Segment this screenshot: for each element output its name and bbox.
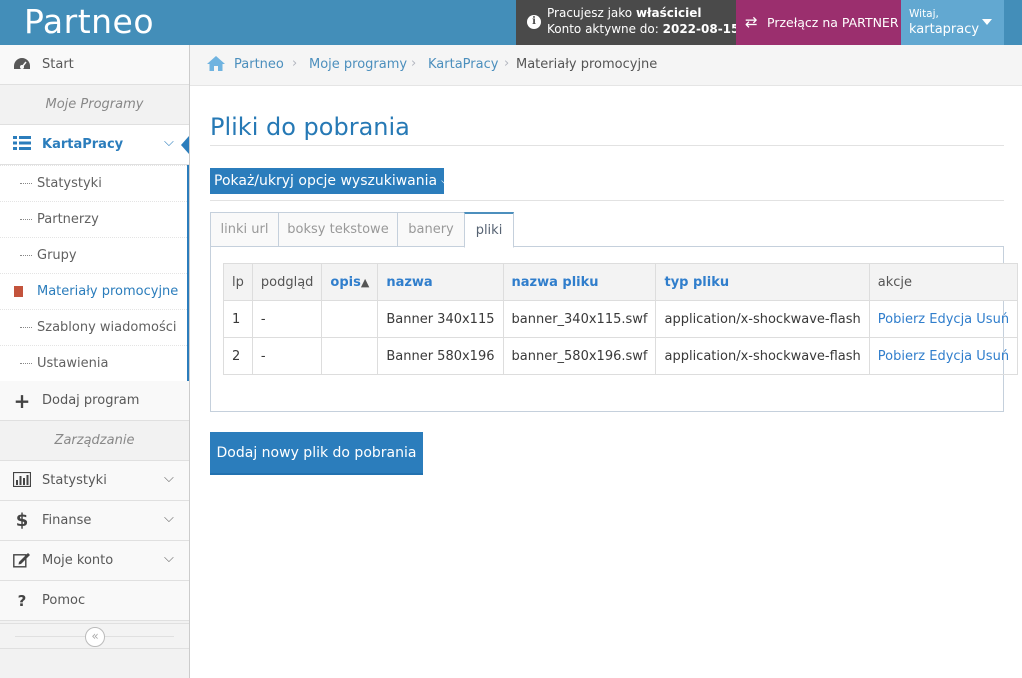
header-podglad: podgląd — [251, 263, 323, 301]
delete-link[interactable]: Usuń — [976, 312, 1009, 327]
double-chevron-left-icon[interactable]: « — [85, 627, 105, 647]
chevron-down-icon: ⌵ — [164, 135, 174, 150]
submenu-item-statystyki[interactable]: Statystyki — [0, 165, 187, 201]
breadcrumb: Partneo › Moje programy › KartaPracy › M… — [190, 45, 1022, 86]
navbar: Partneo i Pracujesz jako właściciel Kont… — [0, 0, 1022, 45]
kartapracy-submenu: Statystyki Partnerzy Grupy Materiały pro… — [0, 165, 189, 381]
header-lp: lp — [223, 263, 253, 301]
sidebar-item-pomoc[interactable]: ? Pomoc — [0, 581, 189, 621]
sidebar-item-statystyki[interactable]: Statystyki ⌵ — [0, 461, 189, 501]
sidebar-item-finanse[interactable]: $ Finanse ⌵ — [0, 501, 189, 541]
home-icon[interactable] — [207, 56, 225, 75]
breadcrumb-kartapracy[interactable]: KartaPracy — [428, 57, 498, 72]
breadcrumb-moje-programy[interactable]: Moje programy — [309, 57, 407, 72]
question-icon: ? — [17, 592, 27, 610]
tab-pliki[interactable]: pliki — [464, 212, 514, 248]
toggle-search-options-button[interactable]: Pokaż/ukryj opcje wyszukiwania ⌵ — [210, 168, 450, 194]
chevron-down-icon: ⌵ — [164, 471, 174, 486]
download-link[interactable]: Pobierz — [878, 312, 925, 327]
edit-link[interactable]: Edycja — [929, 312, 972, 327]
submenu-item-ustawienia[interactable]: Ustawienia — [0, 345, 187, 381]
plus-icon: + — [13, 389, 31, 413]
list-icon — [12, 136, 32, 154]
breadcrumb-current: Materiały promocyjne — [516, 57, 658, 72]
chevron-right-icon: › — [411, 56, 417, 71]
chevron-down-icon: ⌵ — [164, 551, 174, 566]
tab-boksy-tekstowe[interactable]: boksy tekstowe — [278, 212, 398, 247]
user-menu[interactable]: Witaj, kartapracy — [901, 0, 1004, 45]
add-download-file-button[interactable]: Dodaj nowy plik do pobrania — [210, 432, 423, 475]
sort-asc-icon: ▲ — [360, 275, 370, 289]
sidebar-item-moje-konto[interactable]: Moje konto ⌵ — [0, 541, 189, 581]
submenu-item-materialy-promocyjne[interactable]: Materiały promocyjne — [0, 273, 187, 309]
tab-banery[interactable]: banery — [397, 212, 465, 247]
divider — [210, 200, 1004, 201]
files-table: lp podgląd opis▲ nazwa nazwa pliku typ p… — [223, 263, 1019, 375]
switch-to-partner-button[interactable]: ⇄ Przełącz na PARTNER — [736, 0, 901, 45]
submenu-item-szablony-wiadomosci[interactable]: Szablony wiadomości — [0, 309, 187, 345]
info-icon: i — [527, 15, 541, 29]
user-greeting: Witaj, — [909, 8, 939, 20]
chevron-down-icon: ⌵ — [441, 174, 451, 188]
edit-link[interactable]: Edycja — [929, 349, 972, 364]
table-row: 1 - Banner 340x115 banner_340x115.swf ap… — [223, 300, 1019, 338]
dollar-icon: $ — [15, 510, 29, 531]
sidebar-item-dodaj-program[interactable]: + Dodaj program — [0, 381, 189, 421]
sidebar-item-kartapracy[interactable]: KartaPracy ⌵ — [0, 125, 189, 165]
dashboard-icon — [12, 56, 32, 74]
account-role: właściciel — [635, 6, 702, 20]
submenu-item-partnerzy[interactable]: Partnerzy — [0, 201, 187, 237]
table-header-row: lp podgląd opis▲ nazwa nazwa pliku typ p… — [223, 263, 1019, 301]
header-nazwa[interactable]: nazwa — [377, 263, 504, 301]
header-opis[interactable]: opis▲ — [321, 263, 379, 301]
bar-chart-icon — [12, 471, 32, 490]
file-icon — [14, 286, 23, 297]
account-expiry-date: 2022-08-15 — [662, 22, 740, 36]
chevron-down-icon: ⌵ — [164, 511, 174, 526]
partneo-logo[interactable]: Partneo — [24, 2, 154, 42]
sidebar-item-start[interactable]: Start — [0, 45, 189, 85]
tab-linki-url[interactable]: linki url — [210, 212, 279, 247]
divider — [210, 145, 1004, 146]
sidebar-header-manage: Zarządzanie — [0, 421, 189, 461]
active-indicator — [181, 136, 189, 154]
table-row: 2 - Banner 580x196 banner_580x196.swf ap… — [223, 337, 1019, 375]
chevron-right-icon: › — [504, 56, 510, 71]
delete-link[interactable]: Usuń — [976, 349, 1009, 364]
chevron-right-icon: › — [292, 56, 298, 71]
sidebar-header-programs: Moje Programy — [0, 85, 189, 125]
submenu-item-grupy[interactable]: Grupy — [0, 237, 187, 273]
account-info: i Pracujesz jako właściciel Konto aktywn… — [516, 0, 739, 45]
user-name: kartapracy — [909, 22, 980, 37]
download-link[interactable]: Pobierz — [878, 349, 925, 364]
edit-icon — [12, 552, 32, 570]
page-title: Pliki do pobrania — [210, 113, 410, 141]
header-typ-pliku[interactable]: typ pliku — [655, 263, 870, 301]
header-nazwa-pliku[interactable]: nazwa pliku — [502, 263, 657, 301]
sidebar: Start Moje Programy KartaPracy ⌵ Statyst… — [0, 45, 190, 678]
breadcrumb-partneo[interactable]: Partneo — [234, 57, 284, 72]
caret-down-icon — [982, 19, 992, 25]
sidebar-collapse-bar: « — [0, 623, 189, 649]
header-akcje: akcje — [868, 263, 1019, 301]
exchange-icon: ⇄ — [745, 13, 758, 31]
